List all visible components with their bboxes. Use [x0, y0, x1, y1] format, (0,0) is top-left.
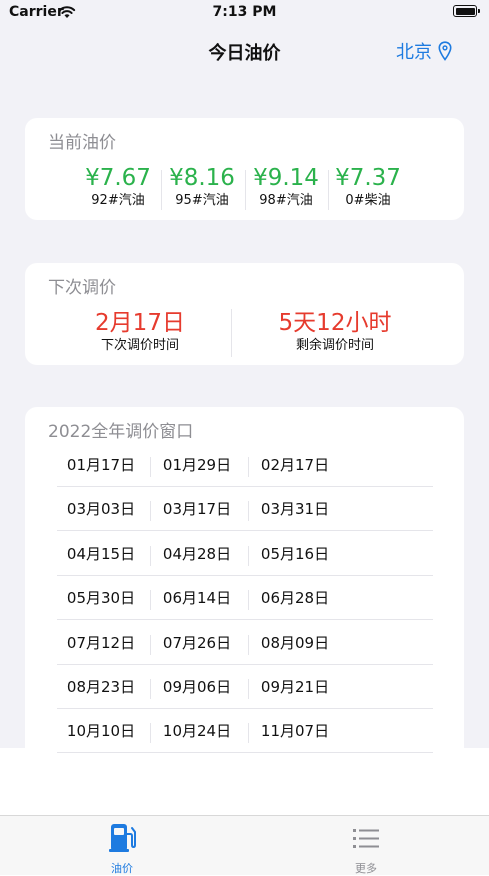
date-divider	[248, 545, 249, 566]
city-label[interactable]: 北京	[396, 38, 432, 64]
date-row: 03月03日 03月17日 03月31日	[56, 487, 433, 532]
battery-icon	[453, 5, 477, 17]
list-icon[interactable]	[351, 822, 381, 854]
date-divider	[150, 723, 151, 744]
adjust-date-cell[interactable]: 04月15日	[56, 543, 146, 564]
price-label: 92#汽油	[91, 193, 145, 208]
adjust-date-cell[interactable]: 07月26日	[152, 632, 242, 653]
adjust-date-cell[interactable]: 03月03日	[56, 498, 146, 519]
date-row: 07月12日 07月26日 08月09日	[57, 621, 433, 665]
price-item-92: ¥7.67 92#汽油	[78, 164, 158, 210]
adjust-date-cell[interactable]: 01月29日	[152, 454, 242, 475]
price-value: ¥7.37	[335, 165, 401, 191]
date-divider	[150, 501, 151, 522]
date-divider	[248, 457, 249, 477]
date-divider	[248, 501, 249, 522]
adjust-date-cell[interactable]: 03月17日	[152, 498, 242, 519]
date-divider	[150, 634, 151, 655]
date-divider	[150, 679, 151, 699]
date-row: 08月23日 09月06日 09月21日	[57, 665, 433, 709]
price-label: 98#汽油	[259, 193, 313, 208]
next-adjust-date: 2月17日 下次调价时间	[65, 309, 215, 355]
tab-oil-price[interactable]: 油价	[62, 822, 182, 876]
adjust-date-cell[interactable]: 11月07日	[250, 720, 340, 741]
date-divider	[150, 590, 151, 611]
current-price-card: 当前油价 ¥7.67 92#汽油 ¥8.16 95#汽油 ¥9.14 98#汽油…	[25, 118, 464, 220]
next-date-label: 下次调价时间	[100, 338, 179, 353]
next-adjust-title: 下次调价	[48, 278, 116, 298]
next-adjust-card: 下次调价 2月17日 下次调价时间 5天12小时 剩余调价时间	[25, 263, 464, 365]
tab-bar: 油价 更多	[0, 815, 489, 875]
adjust-date-cell[interactable]: 01月17日	[56, 454, 146, 475]
next-adjust-divider	[231, 309, 232, 357]
price-value: ¥7.67	[85, 165, 151, 191]
clock: 7:13 PM	[212, 4, 277, 20]
adjust-date-cell[interactable]: 07月12日	[56, 632, 146, 653]
city-selector-button[interactable]: 北京	[396, 38, 452, 64]
price-item-98: ¥9.14 98#汽油	[246, 164, 326, 210]
current-price-title: 当前油价	[48, 133, 116, 153]
tab-more-label[interactable]: 更多	[306, 860, 426, 876]
price-item-95: ¥8.16 95#汽油	[162, 164, 242, 210]
tab-oil-price-label[interactable]: 油价	[62, 860, 182, 876]
price-label: 0#柴油	[345, 193, 391, 208]
adjust-date-cell[interactable]: 05月30日	[56, 587, 146, 608]
adjust-date-cell[interactable]: 08月23日	[56, 676, 146, 697]
adjust-window-card: 2022全年调价窗口 01月17日 01月29日 02月17日 03月03日 03月17…	[25, 407, 464, 767]
adjust-date-cell[interactable]: 09月21日	[250, 676, 340, 697]
date-row: 04月15日 04月28日 05月16日	[57, 532, 433, 576]
adjust-date-cell[interactable]: 04月28日	[152, 543, 242, 564]
adjust-date-cell[interactable]: 02月17日	[250, 454, 340, 475]
adjust-date-cell[interactable]: 05月16日	[250, 543, 340, 564]
battery-cap	[478, 9, 480, 13]
date-row: 10月10日 10月24日 11月07日	[56, 709, 433, 754]
date-divider	[248, 590, 249, 611]
price-value: ¥9.14	[253, 165, 319, 191]
date-divider	[248, 634, 249, 655]
date-divider	[150, 545, 151, 566]
next-date-value: 2月17日	[95, 310, 185, 336]
date-divider	[248, 723, 249, 744]
status-bar: Carrier 7:13 PM	[0, 0, 489, 26]
date-divider	[248, 679, 249, 699]
adjust-date-cell[interactable]: 03月31日	[250, 498, 340, 519]
remaining-time: 5天12小时 剩余调价时间	[250, 309, 420, 355]
tab-more[interactable]: 更多	[306, 822, 426, 876]
row-separator	[57, 752, 433, 754]
remaining-time-value: 5天12小时	[278, 310, 392, 336]
location-pin-icon[interactable]	[438, 41, 452, 61]
price-label: 95#汽油	[175, 193, 229, 208]
adjust-date-cell[interactable]: 08月09日	[250, 632, 340, 653]
adjust-date-cell[interactable]: 06月14日	[152, 587, 242, 608]
price-value: ¥8.16	[169, 165, 235, 191]
date-row: 05月30日 06月14日 06月28日	[56, 576, 433, 621]
price-item-diesel: ¥7.37 0#柴油	[328, 164, 408, 210]
fuel-pump-icon[interactable]	[107, 822, 137, 854]
date-row: 01月17日 01月29日 02月17日	[57, 443, 433, 487]
adjust-date-cell[interactable]: 10月24日	[152, 720, 242, 741]
date-divider	[150, 457, 151, 477]
adjust-date-cell[interactable]: 09月06日	[152, 676, 242, 697]
adjust-window-title: 2022全年调价窗口	[48, 422, 194, 442]
adjust-date-cell[interactable]: 06月28日	[250, 587, 340, 608]
adjust-date-cell[interactable]: 10月10日	[56, 720, 146, 741]
remaining-time-label: 剩余调价时间	[295, 338, 374, 353]
